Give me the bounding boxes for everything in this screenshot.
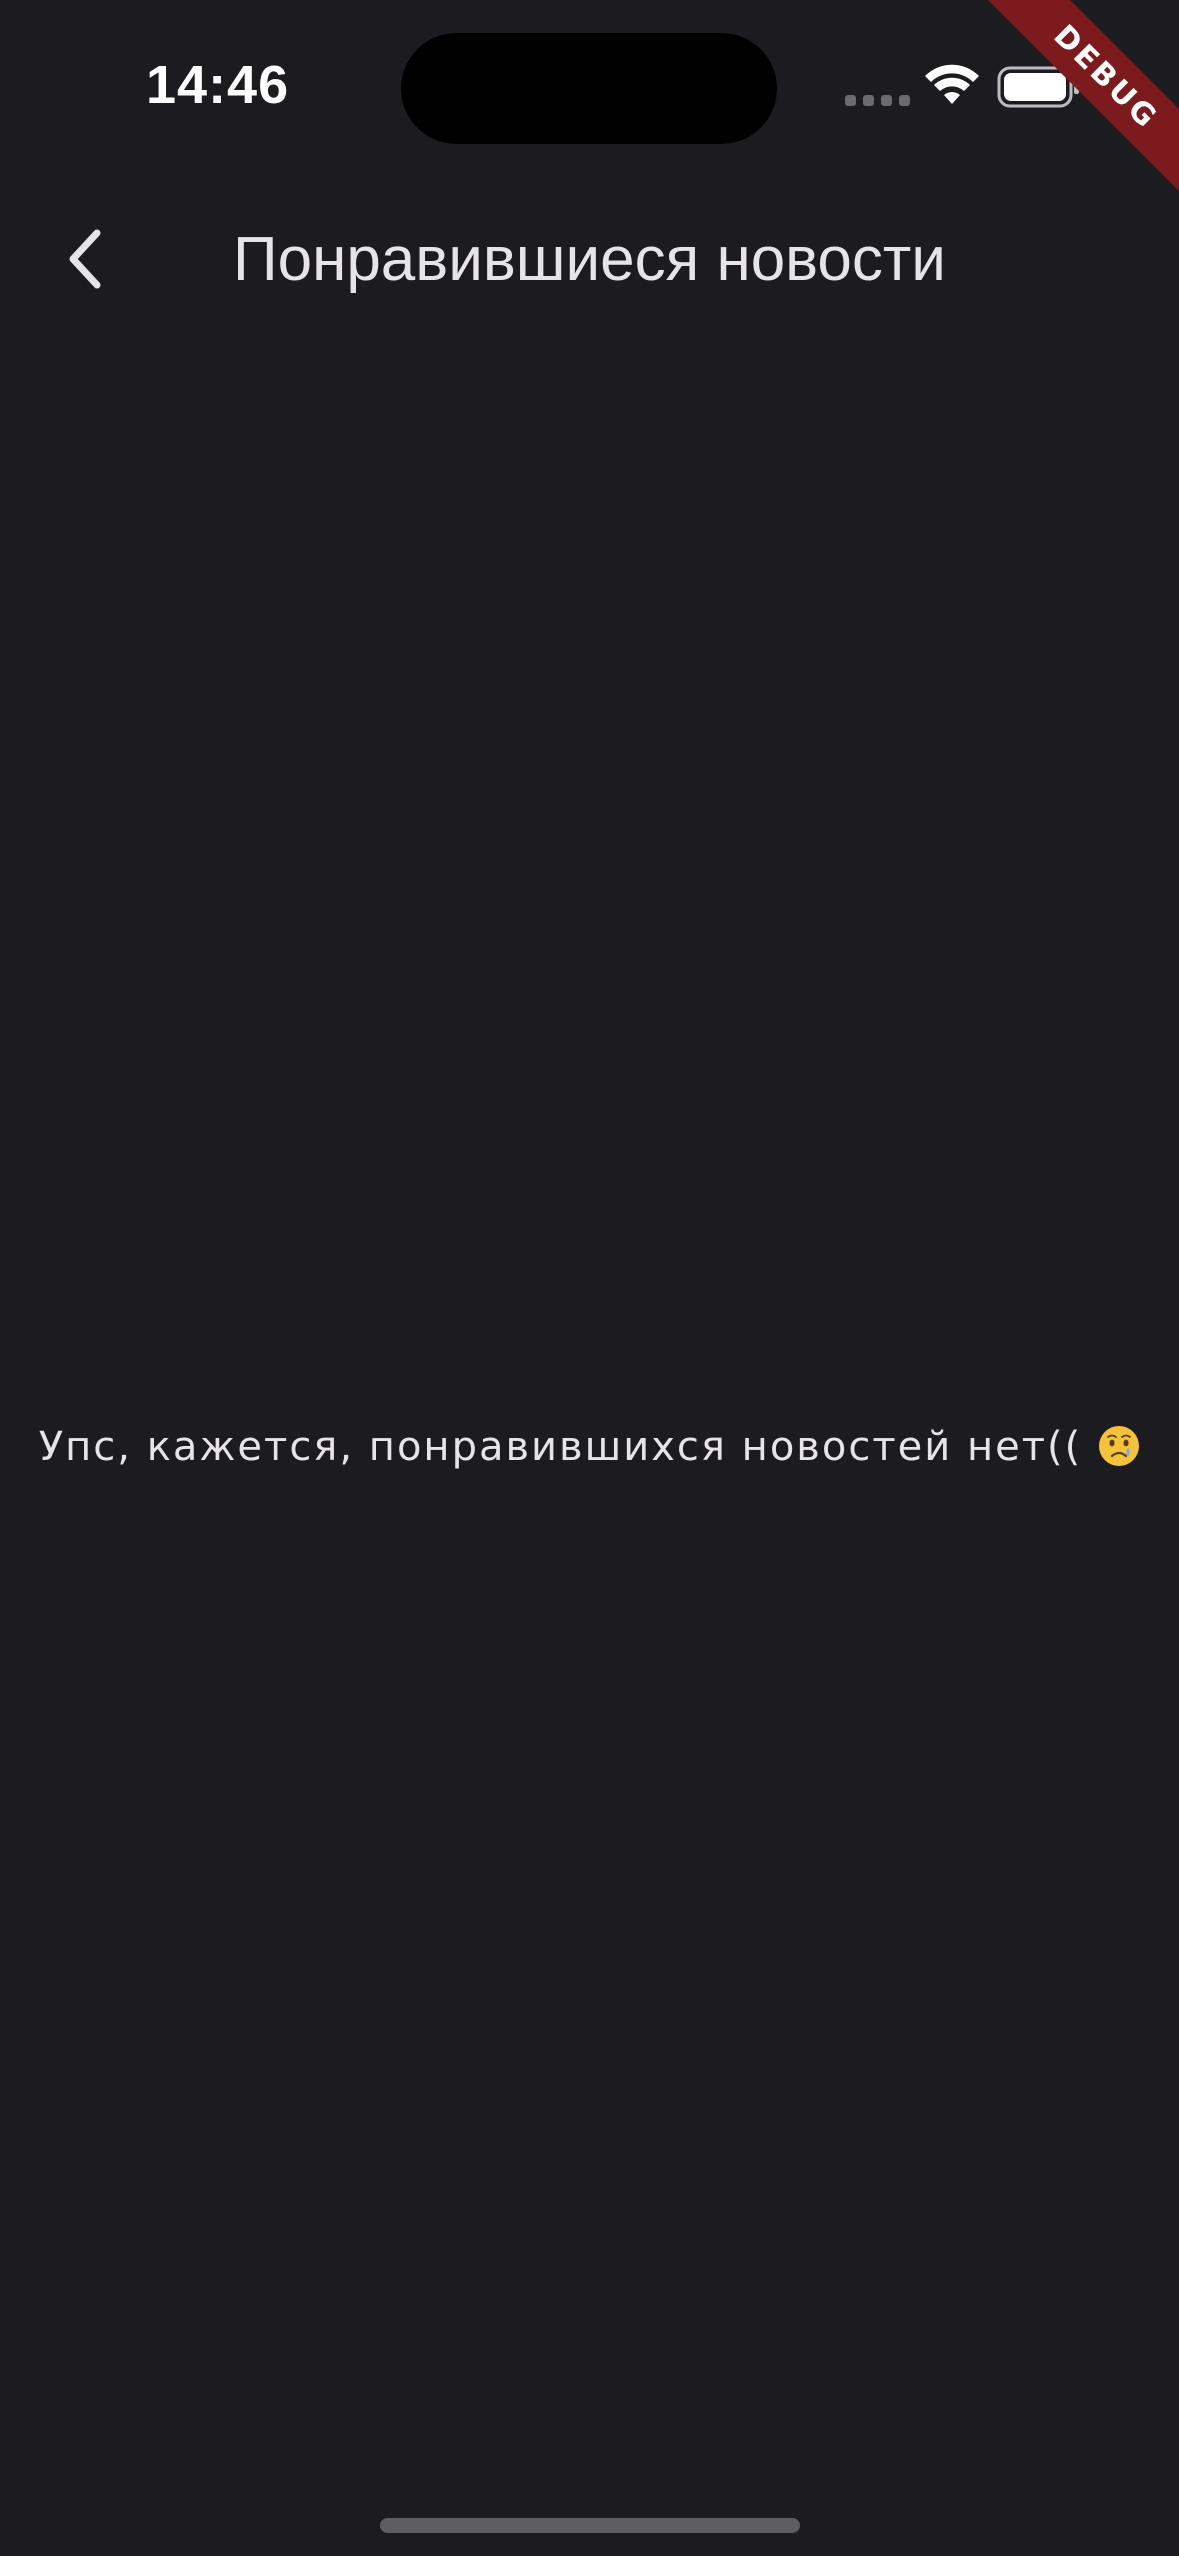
- page-title: Понравившиеся новости: [233, 225, 946, 294]
- empty-state: Упс, кажется, понравившихся новостей нет…: [0, 1424, 1179, 1470]
- wifi-icon: [925, 64, 979, 104]
- cellular-signal-icon: [845, 95, 910, 106]
- dynamic-island: [401, 33, 777, 144]
- app-bar: Понравившиеся новости: [0, 200, 1179, 330]
- liked-news-screen: 14:46 DEBUG Понравившиеся новости Упс, к…: [0, 0, 1179, 2556]
- debug-banner: DEBUG: [979, 0, 1179, 200]
- crying-face-emoji: [1099, 1426, 1140, 1466]
- home-indicator[interactable]: [380, 2518, 800, 2533]
- status-time: 14:46: [146, 55, 290, 115]
- debug-banner-label: DEBUG: [982, 0, 1179, 200]
- empty-state-message: Упс, кажется, понравившихся новостей нет…: [38, 1424, 1083, 1470]
